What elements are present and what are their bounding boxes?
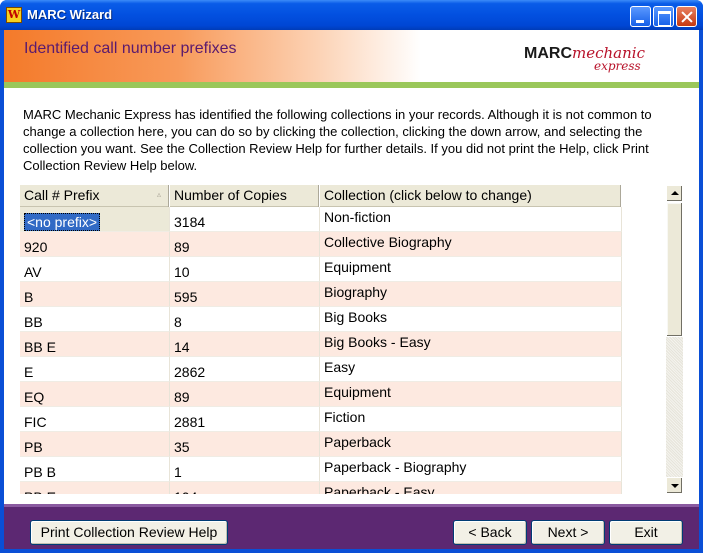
prefix-cell[interactable]: 920 [20,232,170,257]
minimize-icon[interactable] [630,6,651,27]
column-header-label: Number of Copies [174,187,287,203]
exit-button[interactable]: Exit [609,520,683,545]
scrollbar-thumb[interactable] [666,202,683,337]
table-row[interactable]: FIC 2881 Fiction [20,407,622,432]
table-row[interactable]: BB E 14 Big Books - Easy [20,332,622,357]
close-icon[interactable] [676,6,697,27]
back-button[interactable]: < Back [453,520,527,545]
table-row[interactable]: B 595 Biography [20,282,622,307]
collection-cell[interactable]: Biography [320,282,622,307]
prefix-cell[interactable]: EQ [20,382,170,407]
maximize-icon[interactable] [653,6,674,27]
window-title: MARC Wizard [27,7,113,22]
copies-cell: 14 [170,332,320,357]
copies-cell: 89 [170,232,320,257]
wizard-client-area: Identified call number prefixes MARCmech… [4,30,699,549]
next-button[interactable]: Next > [531,520,605,545]
copies-cell: 3184 [170,207,320,232]
header-divider [4,82,699,88]
copies-cell: 89 [170,382,320,407]
collection-cell[interactable]: Paperback [320,432,622,457]
prefix-cell[interactable]: BB [20,307,170,332]
collection-cell[interactable]: Non-fiction [320,207,622,232]
sort-arrow-icon: ▵ [156,190,161,199]
copies-cell: 8 [170,307,320,332]
prefix-cell[interactable]: PB [20,432,170,457]
prefix-cell[interactable]: AV [20,257,170,282]
table-row[interactable]: 920 89 Collective Biography [20,232,622,257]
title-bar[interactable]: W MARC Wizard [0,0,703,30]
column-header-prefix[interactable]: Call # Prefix ▵ [20,185,170,207]
copies-cell: 2881 [170,407,320,432]
scroll-down-icon[interactable] [666,477,683,494]
collection-cell[interactable]: Collective Biography [320,232,622,257]
wizard-footer: Print Collection Review Help < Back Next… [4,504,699,549]
collection-cell[interactable]: Paperback - Biography [320,457,622,482]
prefix-grid: Call # Prefix ▵ Number of Copies Collect… [20,185,622,494]
prefix-cell[interactable]: BB E [20,332,170,357]
copies-cell: 1 [170,457,320,482]
collection-cell[interactable]: Equipment [320,257,622,282]
table-row[interactable]: E 2862 Easy [20,357,622,382]
collection-cell[interactable]: Equipment [320,382,622,407]
prefix-cell[interactable]: <no prefix> [20,207,170,232]
table-row[interactable]: EQ 89 Equipment [20,382,622,407]
prefix-cell[interactable]: PB B [20,457,170,482]
intro-text: MARC Mechanic Express has identified the… [23,107,652,173]
column-header-copies[interactable]: Number of Copies [170,185,320,207]
prefix-cell[interactable]: PB E [20,482,170,494]
table-row[interactable]: BB 8 Big Books [20,307,622,332]
table-row[interactable]: PB B 1 Paperback - Biography [20,457,622,482]
table-row[interactable]: AV 10 Equipment [20,257,622,282]
prefix-cell[interactable]: B [20,282,170,307]
copies-cell: 10 [170,257,320,282]
grid-scrollbar[interactable] [666,185,683,494]
wizard-header: Identified call number prefixes MARCmech… [4,30,699,82]
scroll-up-icon[interactable] [666,185,683,202]
column-header-label: Call # Prefix [24,187,100,203]
column-header-label: Collection (click below to change) [324,187,532,203]
collection-cell[interactable]: Big Books [320,307,622,332]
copies-cell: 35 [170,432,320,457]
grid-header: Call # Prefix ▵ Number of Copies Collect… [20,185,622,207]
marc-mechanic-logo: MARCmechanic express [524,44,645,73]
selected-prefix: <no prefix> [24,213,101,231]
collection-cell[interactable]: Big Books - Easy [320,332,622,357]
copies-cell: 595 [170,282,320,307]
app-icon: W [6,7,22,23]
table-row[interactable]: PB E 104 Paperback - Easy [20,482,622,494]
logo-express-text: express [594,59,641,73]
prefix-cell[interactable]: E [20,357,170,382]
print-help-button[interactable]: Print Collection Review Help [30,520,228,545]
copies-cell: 2862 [170,357,320,382]
copies-cell: 104 [170,482,320,494]
page-title: Identified call number prefixes [24,40,237,57]
table-row[interactable]: PB 35 Paperback [20,432,622,457]
table-row[interactable]: <no prefix> 3184 Non-fiction [20,207,622,232]
wizard-window: W MARC Wizard Identified call number pre… [0,0,703,553]
prefix-cell[interactable]: FIC [20,407,170,432]
logo-marc-text: MARC [524,45,572,62]
collection-cell[interactable]: Paperback - Easy [320,482,622,494]
collection-cell[interactable]: Fiction [320,407,622,432]
collection-cell[interactable]: Easy [320,357,622,382]
column-header-collection[interactable]: Collection (click below to change) [320,185,622,207]
